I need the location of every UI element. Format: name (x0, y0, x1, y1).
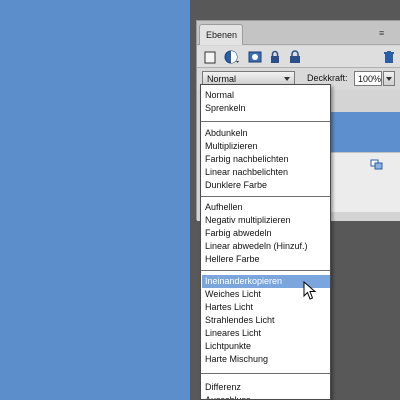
menu-separator (201, 270, 330, 272)
blend-mode-option[interactable]: Farbig abwedeln (202, 227, 330, 240)
opacity-label: Deckkraft: (307, 73, 348, 83)
blend-mode-option[interactable]: Linear nachbelichten (202, 166, 330, 179)
blend-mode-option[interactable]: Hellere Farbe (202, 253, 330, 266)
mouse-pointer-icon (303, 281, 317, 300)
tab-layers[interactable]: Ebenen (199, 24, 243, 45)
layer-row-active[interactable] (327, 112, 400, 152)
panel-menu-icon[interactable]: ≡ (379, 27, 397, 39)
adjustment-layer-icon[interactable] (224, 49, 240, 65)
blend-mode-option[interactable]: Normal (202, 89, 330, 102)
menu-separator (201, 120, 330, 122)
blend-mode-menu: Normal Sprenkeln Abdunkeln Multiplizieren Fa… (200, 84, 331, 400)
blend-mode-option[interactable]: Negativ multiplizieren (202, 214, 330, 227)
menu-separator (201, 373, 330, 375)
blend-mode-option[interactable]: Abdunkeln (202, 127, 330, 140)
document-canvas[interactable] (0, 0, 190, 400)
blend-mode-option[interactable]: Differenz (202, 381, 330, 394)
new-layer-icon[interactable] (203, 49, 219, 65)
opacity-dropdown-button[interactable] (383, 71, 395, 86)
blend-mode-option[interactable]: Strahlendes Licht (202, 314, 330, 327)
blend-mode-option[interactable]: Sprenkeln (202, 102, 330, 115)
lock-all-icon[interactable] (287, 49, 303, 65)
blend-mode-option[interactable]: Dunklere Farbe (202, 179, 330, 192)
chevron-down-icon (284, 77, 290, 81)
blend-mode-option[interactable]: Lichtpunkte (202, 340, 330, 353)
blend-mode-option[interactable]: Multiplizieren (202, 140, 330, 153)
layer-mask-link-icon (370, 159, 383, 170)
blend-mode-option[interactable]: Aufhellen (202, 201, 330, 214)
blend-mode-option[interactable]: Hartes Licht (202, 301, 330, 314)
blend-mode-value: Normal (207, 74, 237, 84)
blend-mode-option[interactable]: Ausschluss (202, 394, 330, 399)
menu-separator (201, 196, 330, 198)
blend-mode-option[interactable]: Linear abwedeln (Hinzuf.) (202, 240, 330, 253)
trash-icon[interactable] (381, 49, 397, 65)
blend-mode-option[interactable]: Lineares Licht (202, 327, 330, 340)
opacity-input[interactable]: 100% (354, 71, 382, 86)
lock-icon[interactable] (267, 49, 283, 65)
layer-row[interactable] (327, 152, 400, 212)
blend-mode-option[interactable]: Harte Mischung (202, 353, 330, 366)
layers-toolbar (197, 46, 400, 68)
blend-mode-option[interactable]: Farbig nachbelichten (202, 153, 330, 166)
mask-icon[interactable] (247, 49, 263, 65)
panel-tab-bar: Ebenen ≡ (197, 21, 400, 45)
